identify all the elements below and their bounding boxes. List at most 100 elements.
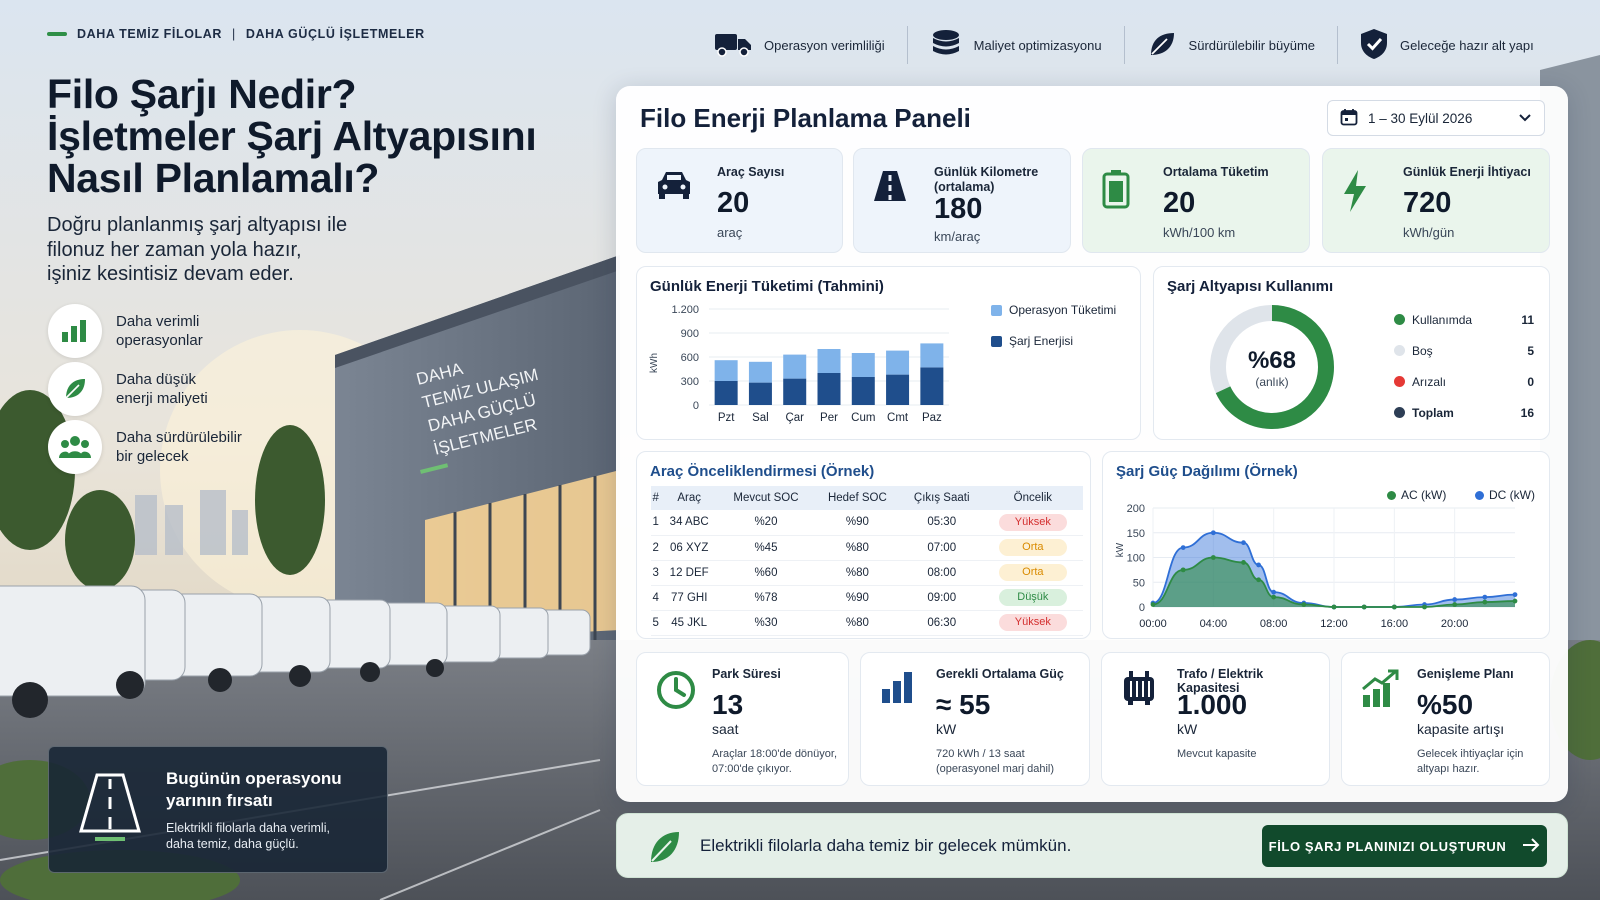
metric-note: Araçlar 18:00'de dönüyor,: [712, 748, 838, 760]
table-body: 1 34 ABC %20 %90 05:30 Yüksek 2 06 XYZ %45 %80 07:…: [651, 510, 1083, 636]
table-cell: %90: [814, 585, 901, 611]
legend-item: Şarj Enerjisi: [991, 334, 1073, 348]
lightning-icon: [1341, 169, 1369, 218]
metric-value: 1.000: [1177, 689, 1248, 720]
legend-swatch: [991, 335, 1002, 347]
legend-label: Operasyon Tüketimi: [1009, 303, 1117, 317]
date-range-value: 1 – 30 Eylül 2026: [1368, 110, 1473, 126]
table-row: 3 12 DEF %60 %80 08:00 Orta: [651, 560, 1083, 586]
kpi-value: 180: [934, 193, 983, 225]
kpi-unit: kWh/100 km: [1163, 225, 1236, 240]
table-header-cell: Araç: [660, 486, 718, 510]
battery-icon: [1101, 169, 1131, 214]
bar-chart-icon: [48, 304, 102, 358]
y-tick-label: 900: [681, 328, 699, 340]
promo-text-line: Elektrikli filolarla daha verimli,: [166, 821, 330, 835]
x-tick-label: 12:00: [1320, 618, 1348, 630]
feature-item: Daha düşük enerji maliyeti: [48, 362, 276, 416]
priority-title: Araç Önceliklendirmesi (Örnek): [650, 463, 875, 480]
truck-icon: [714, 31, 752, 60]
legend-label: Arızalı: [1412, 374, 1447, 389]
priority-badge: Yüksek: [998, 513, 1067, 531]
legend-label: Toplam: [1412, 405, 1454, 420]
table-cell: 05:30: [900, 510, 983, 536]
kpi-card-vehicles: Araç Sayısı 20 araç: [636, 148, 843, 253]
road-icon: [79, 771, 141, 846]
feature-item: Daha verimli operasyonlar: [48, 304, 276, 358]
metric-note: Mevcut kapasite: [1177, 748, 1257, 760]
leaf-icon: [647, 828, 683, 871]
table-cell: 4: [651, 585, 661, 611]
y-tick-label: 0: [693, 400, 699, 412]
table-cell: %20: [717, 510, 815, 536]
point-dc: [1180, 545, 1186, 550]
priority-badge: Orta: [998, 539, 1067, 556]
title-line: İşletmeler Şarj Altyapısını: [47, 113, 537, 159]
bar-operation: [817, 349, 841, 373]
feature-line: Daha verimli: [116, 313, 200, 330]
bar-operation: [920, 343, 944, 368]
title-line: Filo Şarjı Nedir?: [47, 71, 357, 117]
power-area-chart: kW 0 50 100 150 200 00:00 04:00 08:00 12:00 16:00…: [1115, 503, 1518, 630]
metric-note: 07:00'de çıkıyor.: [712, 763, 792, 775]
table-row: 5 45 JKL %30 %80 06:30 Yüksek: [651, 610, 1083, 636]
bar-charge: [783, 378, 807, 405]
usage-title: Şarj Altyapısı Kullanımı: [1167, 278, 1334, 295]
usage-legend-item: Kullanımda 11: [1394, 304, 1534, 335]
usage-legend-item: Arızalı 0: [1394, 366, 1534, 397]
car-icon: [655, 169, 693, 206]
table-cell: 5: [651, 610, 661, 636]
kpi-value: 20: [1163, 187, 1196, 219]
table-cell: 2: [651, 535, 661, 561]
y-tick-label: 50: [1133, 577, 1145, 589]
legend-item: Operasyon Tüketimi: [991, 303, 1116, 317]
charging-usage-card: Şarj Altyapısı Kullanımı %68 (anlık) Kul…: [1153, 266, 1550, 440]
benefit-item: Sürdürülebilir büyüme: [1125, 26, 1338, 64]
legend-dot: [1394, 407, 1405, 418]
table-header-row: # Araç Mevcut SOC Hedef SOC Çıkış Saati Öncel…: [651, 486, 1083, 510]
metric-note: (operasyonel marj dahil): [936, 763, 1054, 775]
kpi-value: 720: [1403, 187, 1452, 219]
tagline: DAHA TEMİZ FİLOLAR | DAHA GÜÇLÜ İŞLETMEL…: [47, 27, 425, 41]
subtitle-line: işiniz kesintisiz devam eder.: [47, 263, 294, 285]
priority-cell: Orta: [982, 560, 1083, 586]
table-cell: 3: [651, 560, 661, 586]
table-cell: 12 DEF: [660, 560, 718, 586]
bar-operation: [886, 350, 910, 375]
subtitle-line: Doğru planlanmış şarj altyapısı ile: [47, 214, 348, 236]
energy-chart-card: Günlük Enerji Tüketimi (Tahmini) kWh 0 30…: [636, 266, 1141, 440]
clock-icon: [655, 669, 697, 716]
chart-title: Günlük Enerji Tüketimi (Tahmini): [650, 278, 884, 295]
point-dc: [1452, 597, 1458, 602]
point-dc: [1256, 562, 1261, 568]
table-cell: %80: [814, 610, 901, 636]
feature-line: Daha düşük: [116, 371, 197, 388]
create-plan-label: FİLO ŞARJ PLANINIZI OLUŞTURUN: [1268, 838, 1507, 854]
table-cell: 77 GHI: [660, 585, 718, 611]
priority-cell: Orta: [982, 535, 1083, 561]
create-plan-button[interactable]: FİLO ŞARJ PLANINIZI OLUŞTURUN: [1262, 825, 1547, 867]
y-tick-label: 600: [681, 352, 699, 364]
x-tick-label: 20:00: [1441, 618, 1469, 630]
date-range-select[interactable]: 1 – 30 Eylül 2026: [1327, 100, 1545, 136]
page-subtitle: Doğru planlanmış şarj altyapısı ile filo…: [47, 213, 387, 287]
bar-operation: [783, 354, 807, 379]
metric-value: ≈ 55: [936, 689, 991, 720]
kpi-label: Araç Sayısı: [717, 165, 785, 179]
metric-label: Gerekli Ortalama Güç: [936, 667, 1064, 681]
metric-card-power: Gerekli Ortalama Güç ≈ 55 kW 720 kWh / 1…: [860, 652, 1090, 786]
table-cell: %45: [717, 535, 815, 561]
point-ac: [1482, 599, 1488, 605]
legend-label: Boş: [1412, 343, 1433, 358]
point-ac: [1391, 604, 1397, 610]
table-cell: 45 JKL: [660, 610, 718, 636]
bar-charge: [748, 382, 772, 405]
x-tick-label: Pzt: [718, 412, 735, 424]
kpi-unit: araç: [717, 225, 743, 240]
metric-unit: kapasite artışı: [1417, 721, 1505, 737]
page-title: Filo Şarjı Nedir? İşletmeler Şarj Altyap…: [47, 73, 607, 199]
benefit-item: Geleceğe hazır alt yapı: [1338, 26, 1556, 64]
chevron-down-icon: [1518, 111, 1532, 126]
point-dc: [1512, 592, 1518, 598]
table-header-cell: Çıkış Saati: [900, 486, 983, 510]
